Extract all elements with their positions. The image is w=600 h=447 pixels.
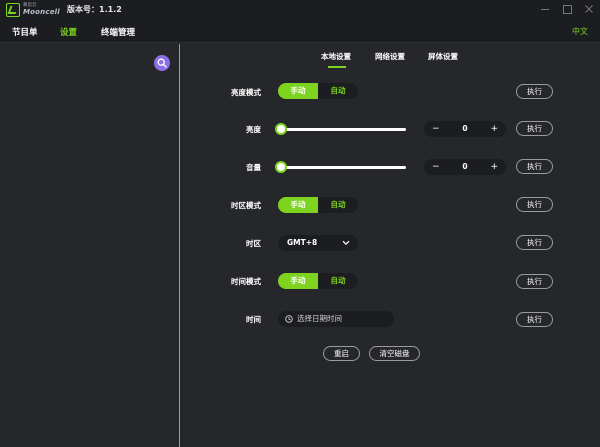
time-label: 时间 (246, 315, 261, 324)
menu-item-settings[interactable]: 设置 (60, 26, 77, 38)
volume-increment-button[interactable]: + (490, 159, 498, 175)
time-execute-button[interactable]: 执行 (516, 312, 553, 327)
close-icon[interactable] (584, 3, 594, 15)
title-bar: 慕思云 Mooncell 版本号：1.1.2 (0, 0, 600, 20)
timezone-execute-button[interactable]: 执行 (516, 235, 553, 250)
app-logo: 慕思云 Mooncell (6, 2, 60, 18)
menu-item-playlist[interactable]: 节目单 (12, 26, 38, 38)
timezone-mode-execute-button[interactable]: 执行 (516, 197, 553, 212)
maximize-icon[interactable] (562, 3, 572, 15)
window-controls (540, 3, 594, 15)
brightness-mode-execute-button[interactable]: 执行 (516, 84, 553, 99)
sidebar (0, 44, 180, 447)
volume-slider[interactable] (275, 161, 406, 173)
time-mode-label: 时间模式 (231, 277, 261, 286)
datetime-placeholder: 选择日期时间 (297, 314, 342, 323)
tab-screen-settings[interactable]: 屏体设置 (428, 51, 458, 62)
language-switch[interactable]: 中文 (572, 26, 588, 37)
timezone-mode-label: 时区模式 (231, 201, 261, 210)
timezone-mode-auto[interactable]: 自动 (318, 197, 358, 213)
tab-network-settings[interactable]: 网络设置 (375, 51, 405, 62)
active-tab-indicator (328, 66, 346, 68)
timezone-value: GMT+8 (287, 238, 318, 247)
brightness-mode-auto[interactable]: 自动 (318, 83, 358, 99)
search-button[interactable] (154, 55, 170, 71)
volume-slider-handle[interactable] (275, 161, 287, 173)
search-icon (157, 58, 167, 68)
menu-item-terminal-management[interactable]: 终端管理 (101, 26, 135, 38)
menu-bar: 节目单 设置 终端管理 中文 (0, 20, 600, 43)
brightness-mode-label: 亮度模式 (231, 88, 261, 97)
brightness-slider[interactable] (275, 123, 406, 135)
brightness-slider-handle[interactable] (275, 123, 287, 135)
logo-mark-icon (6, 3, 20, 17)
datetime-picker[interactable]: 选择日期时间 (278, 311, 394, 327)
tab-local-settings[interactable]: 本地设置 (321, 51, 351, 62)
brightness-execute-button[interactable]: 执行 (516, 121, 553, 136)
timezone-mode-manual[interactable]: 手动 (278, 197, 318, 213)
volume-execute-button[interactable]: 执行 (516, 159, 553, 174)
brightness-increment-button[interactable]: + (490, 121, 498, 137)
clock-icon (285, 315, 293, 323)
brightness-stepper: − 0 + (424, 121, 506, 137)
volume-stepper: − 0 + (424, 159, 506, 175)
timezone-label: 时区 (246, 239, 261, 248)
version-label: 版本号：1.1.2 (67, 5, 122, 14)
chevron-down-icon (342, 240, 350, 246)
time-mode-auto[interactable]: 自动 (318, 273, 358, 289)
time-mode-execute-button[interactable]: 执行 (516, 274, 553, 289)
settings-panel: 本地设置 网络设置 屏体设置 亮度模式 手动 自动 执行 亮度 − 0 + 执行… (181, 44, 600, 447)
time-mode-manual[interactable]: 手动 (278, 273, 318, 289)
clear-disk-button[interactable]: 清空磁盘 (369, 346, 420, 361)
brightness-mode-toggle: 手动 自动 (278, 83, 358, 99)
restart-button[interactable]: 重启 (323, 346, 360, 361)
volume-label: 音量 (246, 163, 261, 172)
timezone-select[interactable]: GMT+8 (278, 235, 358, 251)
brightness-mode-manual[interactable]: 手动 (278, 83, 318, 99)
minimize-icon[interactable] (540, 3, 550, 15)
logo-en-text: Mooncell (23, 7, 60, 16)
brightness-label: 亮度 (246, 125, 261, 134)
timezone-mode-toggle: 手动 自动 (278, 197, 358, 213)
time-mode-toggle: 手动 自动 (278, 273, 358, 289)
